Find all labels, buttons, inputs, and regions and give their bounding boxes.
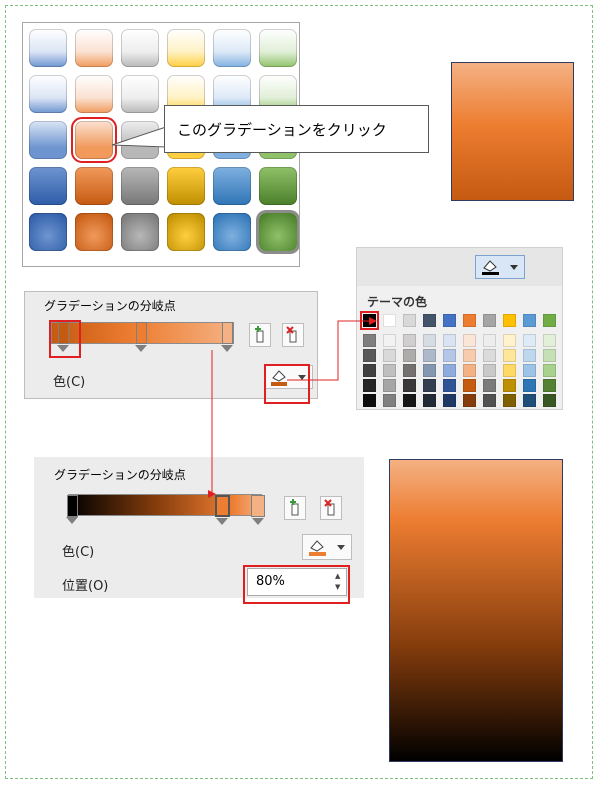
arrow-to-palette — [287, 317, 377, 381]
connector-arrows — [208, 317, 377, 498]
arrow-to-stop — [208, 350, 216, 498]
